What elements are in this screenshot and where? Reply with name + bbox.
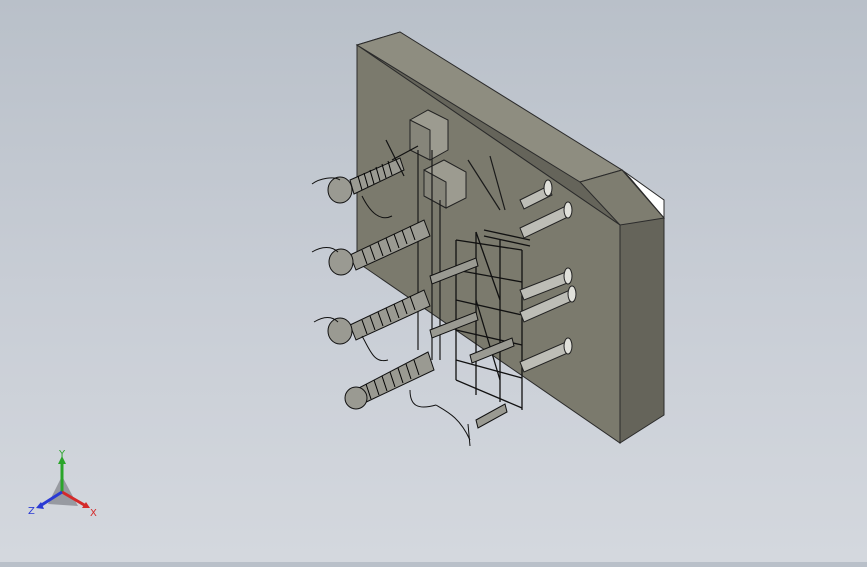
bracket-box-1 <box>409 109 449 161</box>
assembly-model[interactable] <box>0 0 867 562</box>
z-axis-label: Z <box>28 506 35 517</box>
cad-viewport[interactable]: Y X Z <box>0 0 867 562</box>
x-axis-label: X <box>90 508 97 519</box>
y-axis-label: Y <box>58 449 66 460</box>
orientation-triad[interactable]: Y X Z <box>28 448 102 522</box>
